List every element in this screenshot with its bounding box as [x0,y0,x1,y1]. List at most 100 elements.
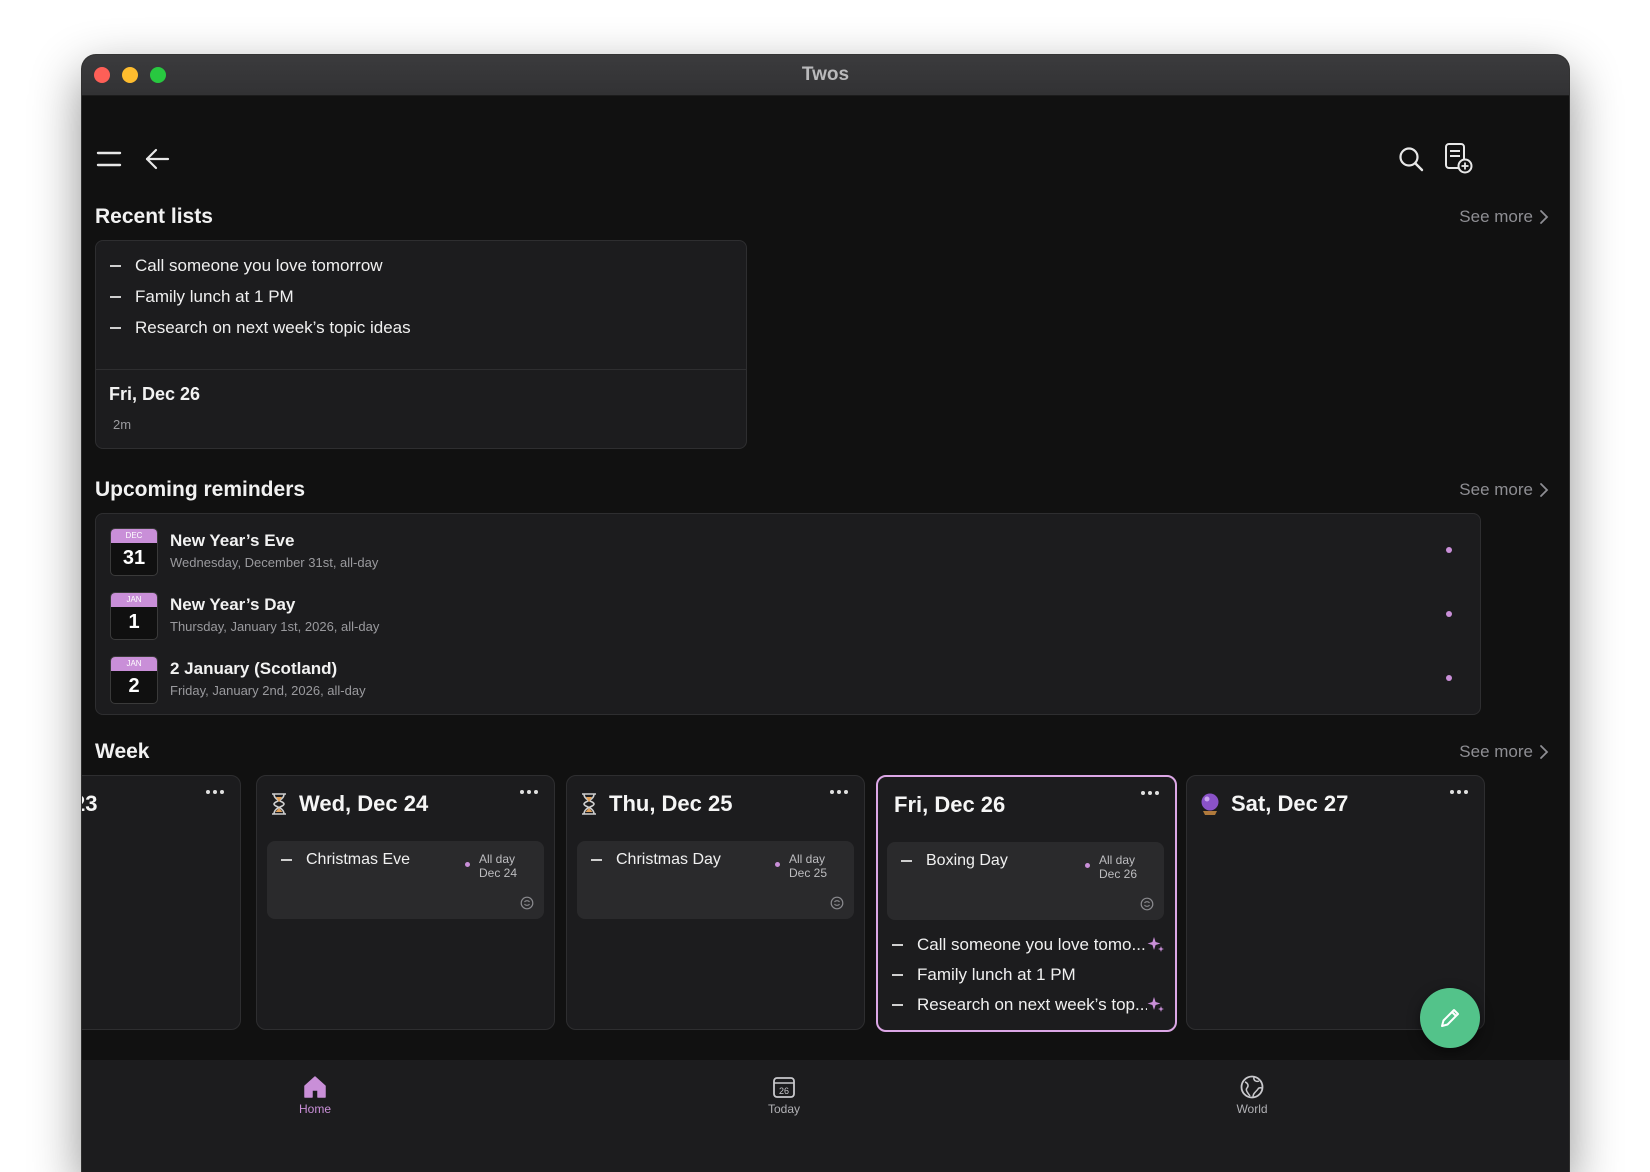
reminder-row[interactable]: JAN 1 New Year’s Day Thursday, January 1… [96,592,1480,652]
nav-label: Home [298,1102,331,1116]
home-icon [304,1076,326,1098]
hourglass-icon [582,793,596,815]
task-item[interactable]: Research on next week’s top... [892,990,1165,1020]
nav-world[interactable]: World [1192,1072,1312,1116]
day-title: 23 [82,791,98,816]
event-time-label: All day [789,852,826,866]
task-text: Call someone you love tomo... [917,935,1146,954]
day-card-dec-24[interactable]: Wed, Dec 24 Christmas Eve All day Dec 24 [256,775,555,1030]
more-options-icon[interactable] [830,790,848,794]
recent-lists-title: Recent lists [95,205,213,228]
sync-icon [830,896,844,910]
sync-icon [1140,897,1154,911]
event-name-row: Christmas Eve [281,851,410,869]
more-options-icon[interactable] [206,790,224,794]
recent-list-card[interactable]: Call someone you love tomorrow Family lu… [95,240,747,449]
list-item: Call someone you love tomorrow [110,250,411,281]
more-options-icon[interactable] [520,790,538,794]
day-title-row: Sat, Dec 27 [1199,791,1348,817]
day-card-dec-26[interactable]: Fri, Dec 26 Boxing Day All day Dec 26 Cal… [876,775,1177,1032]
calendar-day: 31 [122,547,146,569]
hamburger-menu-icon[interactable] [94,145,124,173]
day-title: Wed, Dec 24 [299,791,429,816]
list-item: Research on next week’s topic ideas [110,312,411,343]
chevron-right-icon [1540,745,1549,759]
event-dot [775,862,780,867]
calendar-badge: 26 [779,1086,789,1096]
reminder-subtitle: Friday, January 2nd, 2026, all-day [170,683,366,698]
reminder-dot [1446,611,1452,617]
day-title: Sat, Dec 27 [1231,791,1349,816]
day-title-row: Thu, Dec 25 [579,791,732,817]
day-title-row: Fri, Dec 26 [894,792,1005,818]
list-item-text: Family lunch at 1 PM [135,286,294,306]
calendar-day: 2 [128,675,140,697]
back-arrow-icon[interactable] [142,145,172,173]
reminder-subtitle: Wednesday, December 31st, all-day [170,555,379,570]
calendar-month: JAN [111,657,157,671]
event-item[interactable]: Boxing Day All day Dec 26 [887,842,1164,920]
list-item-text: Call someone you love tomorrow [135,255,383,275]
calendar-month: DEC [111,529,157,543]
event-dot [465,862,470,867]
event-item[interactable]: Christmas Day All day Dec 25 [577,841,854,919]
sync-icon [520,896,534,910]
globe-icon [1240,1075,1264,1099]
nav-label: World [1236,1102,1268,1116]
event-name: Boxing Day [926,852,1008,869]
list-item: Family lunch at 1 PM [110,281,411,312]
more-options-icon[interactable] [1141,791,1159,795]
calendar-date-icon: JAN 2 [110,656,158,704]
reminder-row[interactable]: DEC 31 New Year’s Eve Wednesday, Decembe… [96,528,1480,588]
compose-button[interactable] [1420,988,1480,1048]
task-item[interactable]: Call someone you love tomo... [892,930,1165,960]
event-dot [1085,863,1090,868]
nav-today[interactable]: 26 Today [724,1072,844,1116]
day-title-row: Wed, Dec 24 [269,791,428,817]
card-divider [96,369,746,370]
task-text: Research on next week’s top... [917,995,1147,1014]
reminder-row[interactable]: JAN 2 2 January (Scotland) Friday, Janua… [96,656,1480,716]
calendar-date-icon: JAN 1 [110,592,158,640]
event-time-label: All day [1099,853,1136,867]
task-item[interactable]: Family lunch at 1 PM [892,960,1165,990]
reminder-dot [1446,547,1452,553]
sparkle-icon [1147,937,1164,952]
recent-list-age: 2m [113,417,132,432]
see-more-label: See more [1459,480,1533,499]
new-list-icon[interactable] [1442,141,1474,175]
reminders-see-more[interactable]: See more [1459,480,1549,500]
chevron-right-icon [1540,483,1549,497]
reminders-card: DEC 31 New Year’s Eve Wednesday, Decembe… [95,513,1481,715]
app-window: Twos Recent lists See more Call someone … [82,55,1569,1172]
hourglass-icon [272,793,286,815]
nav-home[interactable]: Home [255,1072,375,1116]
day-title: Thu, Dec 25 [609,791,733,816]
event-time: All day Dec 25 [789,852,827,880]
event-date-label: Dec 26 [1099,867,1138,881]
event-item[interactable]: Christmas Eve All day Dec 24 [267,841,544,919]
see-more-label: See more [1459,742,1533,761]
week-see-more[interactable]: See more [1459,742,1549,762]
sparkle-icon [1147,997,1164,1012]
bottom-nav: Home 26 Today World [82,1060,1569,1172]
search-icon[interactable] [1395,143,1427,175]
recent-list-date: Fri, Dec 26 [109,384,201,404]
recent-lists-see-more[interactable]: See more [1459,207,1549,227]
day-card-dec-25[interactable]: Thu, Dec 25 Christmas Day All day Dec 25 [566,775,865,1030]
event-date-label: Dec 25 [789,866,828,880]
more-options-icon[interactable] [1450,790,1468,794]
chevron-right-icon [1540,210,1549,224]
reminder-dot [1446,675,1452,681]
event-name: Christmas Eve [306,851,411,868]
event-time: All day Dec 24 [479,852,517,880]
event-time-label: All day [479,852,516,866]
calendar-date-icon: DEC 31 [110,528,158,576]
recent-list-items: Call someone you love tomorrow Family lu… [110,250,411,343]
event-name-row: Christmas Day [591,851,721,869]
reminders-title: Upcoming reminders [95,478,306,501]
crystal-ball-icon [1201,793,1219,815]
event-name: Christmas Day [616,851,721,868]
nav-label: Today [767,1102,801,1116]
day-card-dec-23[interactable]: 23 [82,775,241,1030]
